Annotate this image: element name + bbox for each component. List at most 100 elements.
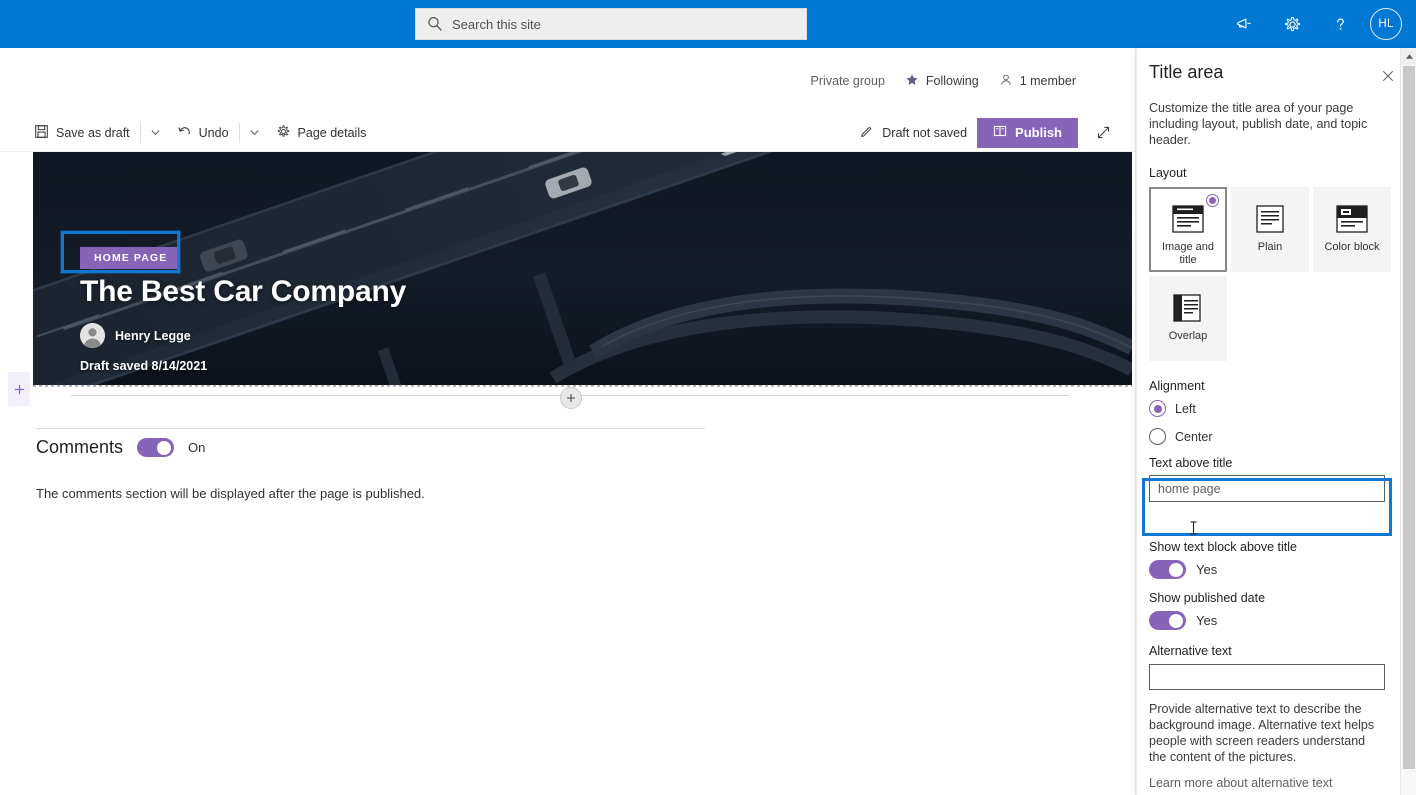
overlap-thumb-icon bbox=[1171, 293, 1205, 323]
text-above-title-label: Text above title bbox=[1149, 456, 1233, 470]
alternative-text-learn-more-link[interactable]: Learn more about alternative text bbox=[1149, 776, 1383, 790]
scroll-up-arrow-icon[interactable] bbox=[1401, 48, 1416, 65]
members-button[interactable]: 1 member bbox=[999, 73, 1076, 90]
save-as-draft-button[interactable]: Save as draft bbox=[26, 117, 138, 149]
command-bar-right: Draft not saved Publish bbox=[860, 117, 1136, 148]
gear-icon[interactable] bbox=[1272, 2, 1312, 46]
suite-bar: Search this site HL bbox=[0, 0, 1416, 48]
page-details-label: Page details bbox=[297, 125, 367, 140]
text-above-title-helper bbox=[1149, 512, 1383, 528]
pencil-icon bbox=[860, 124, 874, 141]
color-block-thumb-icon bbox=[1335, 204, 1369, 234]
alternative-text-help: Provide alternative text to describe the… bbox=[1149, 702, 1375, 764]
alternative-text-input[interactable] bbox=[1149, 664, 1385, 690]
search-input[interactable]: Search this site bbox=[415, 8, 807, 40]
show-text-block-toggle[interactable] bbox=[1149, 560, 1186, 579]
comments-note: The comments section will be displayed a… bbox=[36, 486, 425, 501]
show-published-date-toggle-row: Yes bbox=[1149, 611, 1383, 630]
alignment-section-label: Alignment bbox=[1149, 379, 1205, 393]
pane-body: Customize the title area of your page in… bbox=[1137, 90, 1397, 790]
layout-options: Image and title Plain Color block Overla… bbox=[1149, 187, 1391, 361]
text-above-title-field: Text above title bbox=[1149, 456, 1385, 502]
pane-scrollbar-thumb[interactable] bbox=[1403, 66, 1415, 769]
suite-bar-actions: HL bbox=[1224, 2, 1416, 46]
title-area-hero[interactable]: HOME PAGE The Best Car Company Henry Leg… bbox=[33, 152, 1132, 385]
show-published-date-value: Yes bbox=[1196, 613, 1218, 628]
title-area-property-pane: Title area Customize the title area of y… bbox=[1136, 48, 1416, 795]
alignment-option-left[interactable]: Left bbox=[1149, 400, 1383, 417]
search-icon bbox=[426, 15, 444, 33]
comments-header: Comments On bbox=[36, 437, 736, 458]
draft-status-label: Draft not saved bbox=[882, 125, 968, 140]
layout-option-overlap[interactable]: Overlap bbox=[1149, 276, 1227, 361]
add-section-button[interactable] bbox=[560, 387, 582, 409]
layout-option-label: Overlap bbox=[1168, 330, 1208, 342]
page-author[interactable]: Henry Legge bbox=[80, 323, 406, 348]
page-details-button[interactable]: Page details bbox=[268, 117, 375, 149]
layout-option-color-block[interactable]: Color block bbox=[1313, 187, 1391, 272]
expand-icon[interactable] bbox=[1088, 118, 1118, 148]
site-privacy-label: Private group bbox=[810, 74, 885, 88]
publish-button[interactable]: Publish bbox=[977, 117, 1078, 148]
alignment-left-label: Left bbox=[1175, 401, 1196, 416]
layout-option-image-and-title[interactable]: Image and title bbox=[1149, 187, 1227, 272]
text-above-title-input[interactable] bbox=[1149, 475, 1385, 502]
publish-label: Publish bbox=[1015, 125, 1062, 140]
megaphone-icon[interactable] bbox=[1224, 2, 1264, 46]
alignment-center-label: Center bbox=[1175, 429, 1213, 444]
comments-toggle-state: On bbox=[188, 440, 206, 455]
pane-scrollbar[interactable] bbox=[1400, 48, 1416, 795]
user-avatar[interactable]: HL bbox=[1370, 8, 1402, 40]
comments-title: Comments bbox=[36, 437, 124, 457]
command-separator bbox=[139, 122, 141, 143]
undo-options-chevron-down-icon[interactable] bbox=[242, 117, 268, 149]
layout-option-label: Image and title bbox=[1162, 241, 1214, 266]
close-icon[interactable] bbox=[1374, 62, 1402, 90]
site-header: Private group Following 1 member bbox=[0, 48, 1136, 114]
author-name: Henry Legge bbox=[115, 328, 191, 343]
undo-icon bbox=[177, 124, 192, 142]
show-published-date-toggle[interactable] bbox=[1149, 611, 1186, 630]
show-text-block-label: Show text block above title bbox=[1149, 540, 1297, 554]
show-text-block-toggle-row: Yes bbox=[1149, 560, 1383, 579]
show-published-date-label: Show published date bbox=[1149, 591, 1266, 605]
layout-option-plain[interactable]: Plain bbox=[1231, 187, 1309, 272]
help-icon[interactable] bbox=[1320, 2, 1360, 46]
star-icon bbox=[905, 73, 919, 90]
page-title[interactable]: The Best Car Company bbox=[80, 275, 406, 309]
following-button[interactable]: Following bbox=[905, 73, 979, 90]
save-as-draft-label: Save as draft bbox=[56, 125, 130, 140]
search-placeholder-text: Search this site bbox=[452, 16, 541, 32]
alignment-option-center[interactable]: Center bbox=[1149, 428, 1383, 445]
comments-toggle[interactable] bbox=[137, 438, 175, 457]
comments-section: Comments On The comments section will be… bbox=[36, 437, 736, 501]
undo-label: Undo bbox=[198, 125, 229, 140]
webpart-divider-line bbox=[36, 428, 705, 429]
alternative-text-label: Alternative text bbox=[1149, 644, 1232, 658]
undo-button[interactable]: Undo bbox=[169, 117, 237, 149]
radio-unselected-icon bbox=[1149, 428, 1166, 445]
page-canvas: HOME PAGE The Best Car Company Henry Leg… bbox=[0, 152, 1136, 795]
topic-header-badge[interactable]: HOME PAGE bbox=[80, 247, 181, 269]
section-boundary bbox=[33, 385, 1132, 387]
person-icon bbox=[999, 73, 1013, 90]
save-icon bbox=[34, 124, 49, 142]
page-command-bar: Save as draft Undo Page details Draft no… bbox=[0, 114, 1136, 152]
following-label: Following bbox=[925, 74, 979, 88]
pane-description: Customize the title area of your page in… bbox=[1149, 101, 1368, 147]
command-separator-2 bbox=[238, 122, 240, 143]
suite-bar-left-spacer bbox=[0, 0, 415, 48]
layout-selected-radio-icon bbox=[1206, 194, 1219, 207]
title-area-content: HOME PAGE The Best Car Company Henry Leg… bbox=[80, 247, 406, 373]
draft-status: Draft not saved bbox=[860, 124, 967, 141]
news-page-icon bbox=[993, 124, 1007, 141]
show-text-block-value: Yes bbox=[1196, 562, 1218, 577]
layout-option-label: Plain bbox=[1257, 241, 1283, 253]
add-webpart-left-button[interactable] bbox=[8, 372, 30, 406]
alternative-text-field: Alternative text bbox=[1149, 644, 1385, 690]
save-options-chevron-down-icon[interactable] bbox=[143, 117, 169, 149]
show-published-date-field: Show published date Yes bbox=[1149, 591, 1383, 630]
radio-selected-icon bbox=[1149, 400, 1166, 417]
image-and-title-thumb-icon bbox=[1171, 204, 1205, 234]
plain-thumb-icon bbox=[1253, 204, 1287, 234]
